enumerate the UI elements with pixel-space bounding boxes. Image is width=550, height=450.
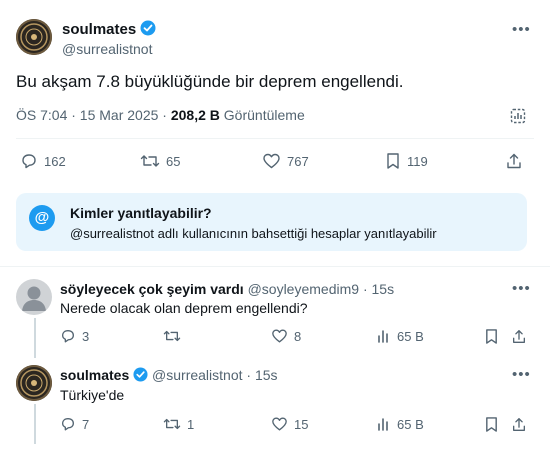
views-label: Görüntüleme [223,107,305,123]
thread-line [34,404,36,444]
analytics-icon[interactable] [509,107,527,130]
verified-badge-icon [133,367,148,385]
repost-button[interactable] [163,328,187,344]
reply-count: 162 [44,153,66,169]
like-button[interactable]: 15 [271,416,308,432]
like-count: 767 [287,153,309,169]
reply-button[interactable]: 3 [60,328,89,344]
reply-header: söyleyecek çok şeyim vardı @soyleyemedim… [60,281,394,297]
views-count: 208,2 B [170,107,220,123]
like-icon [271,416,288,432]
user-name-row: soulmates [62,20,156,40]
reply-restriction-notice: @ Kimler yanıtlayabilir? @surrealistnot … [16,193,527,251]
like-count: 15 [294,416,309,432]
repost-count: 65 [166,153,181,169]
reply-count: 3 [82,328,90,344]
repost-icon [163,416,181,432]
user-handle[interactable]: @soyleyemedim9 [248,281,359,297]
notice-title: Kimler yanıtlayabilir? [70,205,212,221]
bookmark-icon[interactable] [484,328,499,350]
views-count: 65 B [397,328,424,344]
avatar[interactable] [16,365,52,401]
views-icon [377,328,391,344]
tweet-time[interactable]: ÖS 7:04 · 15 Mar 2025 · [16,107,167,123]
bookmark-count: 119 [407,153,428,169]
views-icon [377,416,391,432]
user-handle[interactable]: @surrealistnot [62,41,152,57]
display-name[interactable]: soulmates [62,21,136,38]
thread-line [34,318,36,358]
reply-text: Türkiye'de [60,387,125,403]
reply-button[interactable]: 7 [60,416,89,432]
more-icon[interactable]: ••• [512,366,531,383]
at-icon: @ [29,205,55,231]
reply-time[interactable]: · 15s [363,281,394,297]
bookmark-button[interactable]: 119 [385,152,428,170]
reply-button[interactable]: 162 [20,152,66,170]
tweet-meta: ÖS 7:04 · 15 Mar 2025 · 208,2 B Görüntül… [16,107,305,123]
user-handle[interactable]: @surrealistnot [152,367,242,383]
like-button[interactable]: 767 [262,152,309,170]
reply-icon [60,328,76,344]
display-name[interactable]: söyleyecek çok şeyim vardı [60,281,244,297]
reply-count: 7 [82,416,90,432]
views-button[interactable]: 65 B [377,416,424,432]
bookmark-icon [385,152,401,170]
repost-icon [163,328,181,344]
repost-button[interactable]: 1 [163,416,194,432]
repost-icon [140,152,160,170]
share-icon[interactable] [511,328,527,350]
avatar[interactable] [16,19,52,55]
repost-button[interactable]: 65 [140,152,180,170]
like-icon [262,152,281,170]
reply-header: soulmates @surrealistnot · 15s [60,367,278,385]
display-name[interactable]: soulmates [60,367,129,383]
like-count: 8 [294,328,302,344]
like-button[interactable]: 8 [271,328,301,344]
bookmark-icon[interactable] [484,416,499,438]
more-icon[interactable]: ••• [512,21,531,38]
reply-text: Nerede olacak olan deprem engellendi? [60,300,308,316]
views-count: 65 B [397,416,424,432]
share-icon[interactable] [511,416,527,438]
reply-icon [20,152,38,170]
divider [16,138,534,139]
like-icon [271,328,288,344]
reply-icon [60,416,76,432]
reply-time[interactable]: · 15s [246,367,277,383]
tweet-text: Bu akşam 7.8 büyüklüğünde bir deprem eng… [16,72,404,91]
repost-count: 1 [187,416,195,432]
notice-text: @surrealistnot adlı kullanıcının bahsett… [70,226,437,241]
views-button[interactable]: 65 B [377,328,424,344]
verified-badge-icon [140,20,156,40]
more-icon[interactable]: ••• [512,280,531,297]
divider [0,266,550,267]
avatar[interactable] [16,279,52,315]
share-icon[interactable] [505,152,523,175]
